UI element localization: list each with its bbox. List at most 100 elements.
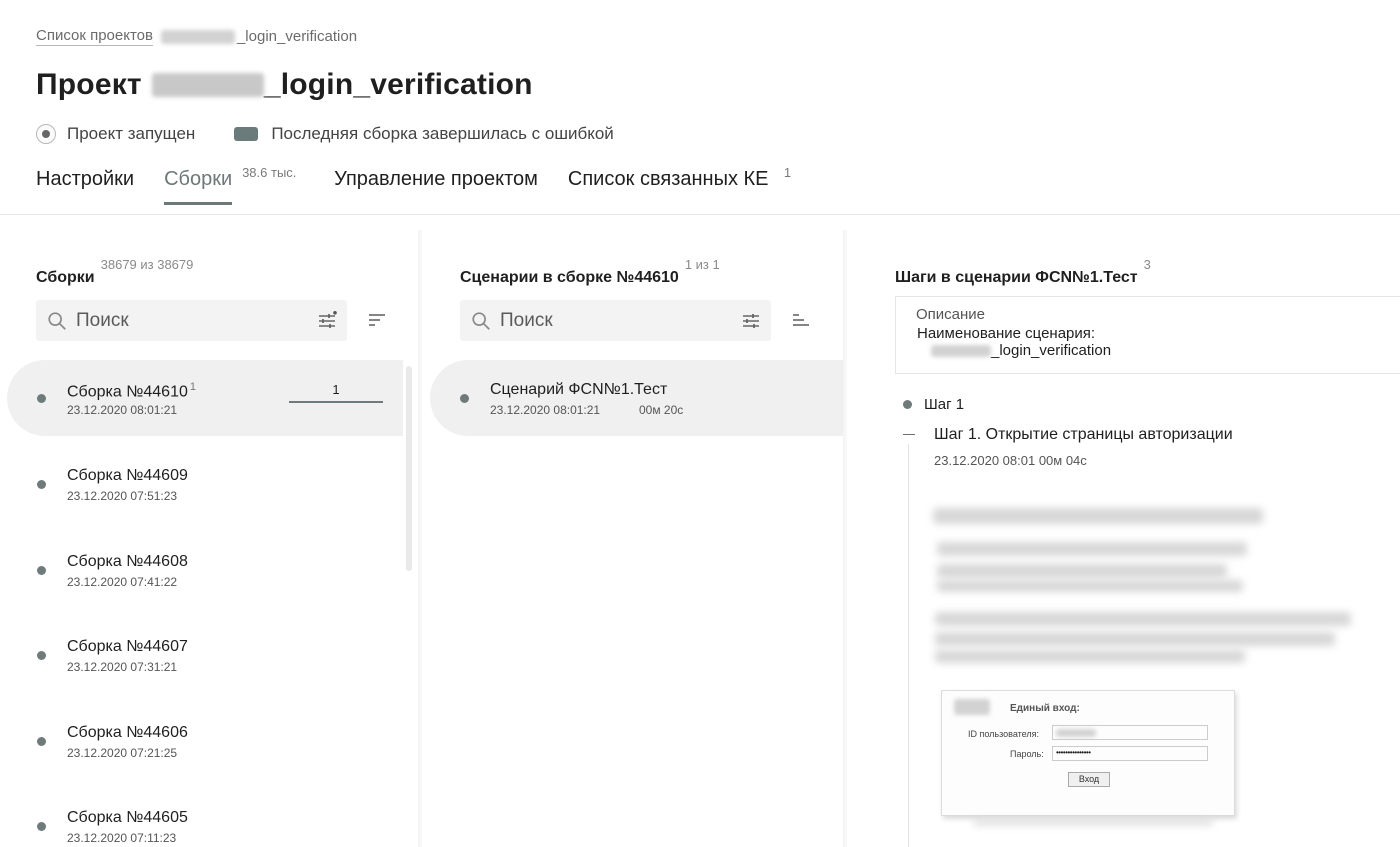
builds-scrollbar[interactable] bbox=[406, 366, 412, 571]
build-status-dot bbox=[37, 651, 46, 660]
build-status-dot bbox=[37, 480, 46, 489]
build-list-item[interactable]: Сборка №44608 23.12.2020 07:41:22 bbox=[7, 532, 403, 608]
password-field: ••••••••••••••• bbox=[1052, 746, 1208, 761]
build-list-item[interactable]: Сборка №44606 23.12.2020 07:21:25 bbox=[7, 703, 403, 779]
breadcrumb-redacted bbox=[160, 29, 235, 44]
search-icon bbox=[472, 311, 490, 330]
redacted-text bbox=[937, 542, 1247, 556]
redacted-text bbox=[935, 650, 1245, 663]
build-name: Сборка №44610 1 bbox=[67, 381, 196, 401]
build-name: Сборка №44609 bbox=[67, 467, 188, 484]
last-build-status-text: Последняя сборка завершилась с ошибкой bbox=[271, 124, 614, 143]
redacted-text bbox=[935, 632, 1335, 646]
scenario-list-item[interactable]: Сценарий ФСN№1.Тест 23.12.2020 08:01:21 … bbox=[430, 360, 843, 436]
page-title-redacted bbox=[151, 73, 264, 97]
substep-title: Шаг 1. Открытие страницы авторизации bbox=[934, 426, 1233, 443]
step-label: Шаг 1 bbox=[924, 396, 965, 413]
scenarios-search bbox=[460, 300, 771, 341]
scenario-status-dot bbox=[460, 394, 469, 403]
build-progress: 1 bbox=[289, 382, 383, 403]
user-id-label: ID пользователя: bbox=[968, 729, 1039, 739]
breadcrumb-projects-link[interactable]: Список проектов bbox=[36, 27, 153, 46]
scenarios-title-text: Сценарии в сборке №44610 bbox=[460, 269, 679, 286]
login-button: Вход bbox=[1068, 772, 1110, 787]
scenarios-panel-title: Сценарии в сборке №44610 1 из 1 bbox=[460, 257, 720, 287]
logo-redacted bbox=[954, 699, 990, 715]
build-date: 23.12.2020 07:51:23 bbox=[67, 489, 178, 503]
tab-builds[interactable]: Сборки 38.6 тыс. bbox=[164, 165, 296, 205]
scenario-name-label: Наименование сценария: bbox=[917, 325, 1096, 342]
build-progress-bar bbox=[289, 401, 383, 403]
sort-icon[interactable] bbox=[792, 313, 810, 327]
scenarios-count: 1 из 1 bbox=[684, 257, 720, 272]
page-header: Список проектов _login_verification Прое… bbox=[0, 0, 1400, 215]
builds-panel-title: Сборки 38679 из 38679 bbox=[36, 257, 193, 287]
build-name: Сборка №44608 bbox=[67, 553, 188, 570]
build-list-item[interactable]: Сборка №44605 23.12.2020 07:11:23 bbox=[7, 788, 403, 847]
scenario-duration: 00м 20с bbox=[639, 403, 684, 417]
page-title-suffix: _login_verification bbox=[263, 68, 533, 101]
tab-settings[interactable]: Настройки bbox=[36, 168, 134, 205]
collapse-icon[interactable] bbox=[902, 427, 916, 441]
builds-search-input[interactable] bbox=[76, 309, 276, 332]
builds-count: 38679 из 38679 bbox=[100, 257, 194, 272]
redacted-text bbox=[937, 564, 1227, 578]
description-title: Описание bbox=[916, 306, 986, 323]
steps-title-text: Шаги в сценарии ФСN№1.Тест bbox=[895, 269, 1138, 286]
substep-meta: 23.12.2020 08:01 00м 04с bbox=[934, 453, 1087, 468]
tab-builds-count: 38.6 тыс. bbox=[242, 165, 297, 180]
running-status-icon bbox=[36, 124, 56, 144]
build-list-item[interactable]: Сборка №44610 1 23.12.2020 08:01:21 1 bbox=[7, 360, 403, 436]
steps-count: 3 bbox=[1143, 257, 1151, 272]
tab-project-management[interactable]: Управление проектом bbox=[334, 168, 538, 205]
build-progress-label: 1 bbox=[332, 382, 340, 397]
scenario-name-redacted bbox=[931, 344, 991, 357]
scenario-date: 23.12.2020 08:01:21 bbox=[490, 403, 601, 417]
build-status-dot bbox=[37, 394, 46, 403]
user-id-field bbox=[1052, 725, 1208, 740]
builds-search bbox=[36, 300, 347, 341]
tab-builds-label: Сборки bbox=[164, 168, 233, 190]
login-title: Единый вход: bbox=[1010, 703, 1080, 714]
redacted-text bbox=[937, 580, 1243, 592]
build-list-item[interactable]: Сборка №44609 23.12.2020 07:51:23 bbox=[7, 446, 403, 522]
build-name: Сборка №44606 bbox=[67, 724, 188, 741]
build-name: Сборка №44607 bbox=[67, 638, 188, 655]
steps-panel-title: Шаги в сценарии ФСN№1.Тест 3 bbox=[895, 257, 1151, 287]
build-date: 23.12.2020 07:21:25 bbox=[67, 746, 178, 760]
redacted-text bbox=[933, 508, 1263, 524]
scenarios-panel: Сценарии в сборке №44610 1 из 1 Сценарий… bbox=[420, 216, 843, 847]
build-list-item[interactable]: Сборка №44607 23.12.2020 07:31:21 bbox=[7, 617, 403, 693]
page-title: Проект _login_verification bbox=[36, 68, 533, 102]
redacted-text bbox=[935, 612, 1351, 626]
builds-title-text: Сборки bbox=[36, 269, 95, 286]
scenario-name: Сценарий ФСN№1.Тест bbox=[490, 381, 668, 398]
sort-icon[interactable] bbox=[368, 313, 386, 327]
tab-linked-ke[interactable]: Список связанных КЕ 1 bbox=[567, 165, 791, 205]
build-date: 23.12.2020 07:31:21 bbox=[67, 660, 178, 674]
redacted-footer bbox=[973, 820, 1213, 825]
search-icon bbox=[48, 311, 66, 330]
builds-panel: Сборки 38679 из 38679 Сборка №446101 23.… bbox=[0, 216, 418, 847]
project-status-row: Проект запущен Последняя сборка завершил… bbox=[36, 124, 614, 144]
filter-icon[interactable] bbox=[741, 311, 761, 331]
build-status-dot bbox=[37, 737, 46, 746]
build-name: Сборка №44605 bbox=[67, 809, 188, 826]
password-label: Пароль: bbox=[1010, 749, 1044, 759]
user-id-redacted bbox=[1056, 729, 1096, 737]
filter-icon[interactable] bbox=[317, 311, 337, 331]
page-title-prefix: Проект bbox=[36, 68, 142, 101]
scenario-name-value: _login_verification bbox=[917, 342, 1385, 359]
steps-panel: Шаги в сценарии ФСN№1.Тест 3 Описание На… bbox=[845, 216, 1400, 847]
login-screenshot: Единый вход: ID пользователя: Пароль: ••… bbox=[941, 690, 1235, 816]
build-status-dot bbox=[37, 566, 46, 575]
scenarios-search-input[interactable] bbox=[500, 309, 700, 332]
step-item[interactable]: Шаг 1 bbox=[903, 396, 964, 413]
step-status-dot bbox=[903, 400, 912, 409]
build-date: 23.12.2020 07:41:22 bbox=[67, 575, 178, 589]
breadcrumb: Список проектов _login_verification bbox=[36, 27, 357, 46]
project-status-text: Проект запущен bbox=[67, 124, 196, 143]
scenario-name-suffix: _login_verification bbox=[991, 342, 1112, 359]
breadcrumb-current: _login_verification bbox=[236, 28, 358, 45]
tab-linked-ke-label: Список связанных КЕ bbox=[567, 168, 769, 190]
